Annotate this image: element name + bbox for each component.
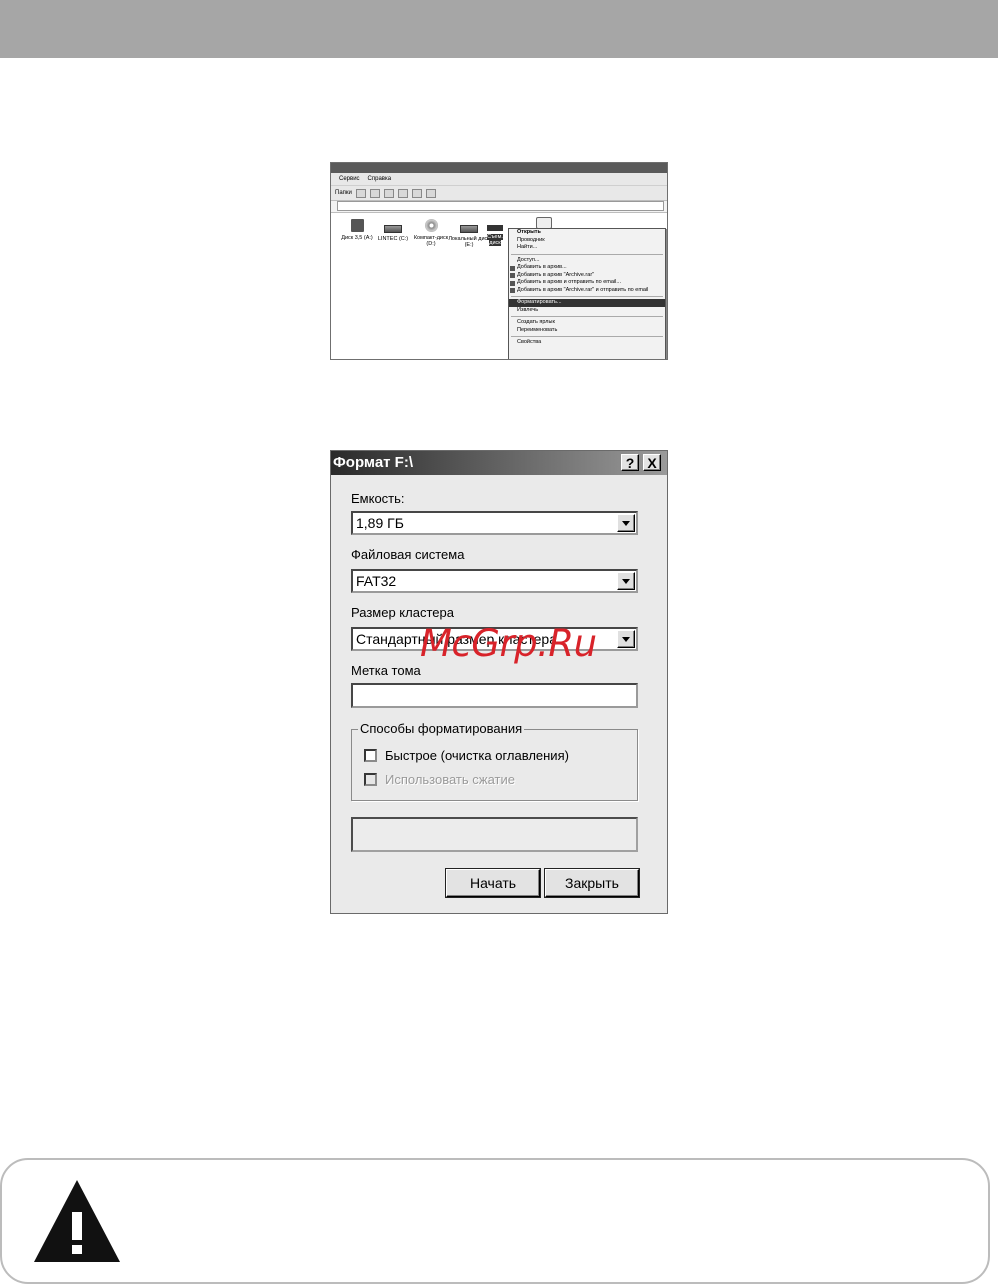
cluster-size-label: Размер кластера xyxy=(351,605,454,620)
quick-format-checkbox[interactable] xyxy=(364,749,377,762)
ctx-eject[interactable]: Извлечь xyxy=(509,307,665,315)
hard-drive-icon xyxy=(460,225,478,233)
format-options-group: Способы форматирования Быстрое (очистка … xyxy=(351,721,638,801)
ctx-explorer[interactable]: Проводник xyxy=(509,237,665,245)
top-header-band xyxy=(0,0,998,58)
menu-separator xyxy=(511,336,663,337)
format-dialog: Формат F:\ ? X Емкость: 1,89 ГБ Файловая… xyxy=(330,450,668,914)
explorer-titlebar xyxy=(331,163,667,173)
folders-button[interactable]: Папки xyxy=(335,186,352,200)
capacity-value: 1,89 ГБ xyxy=(356,515,404,531)
ctx-open[interactable]: Открыть xyxy=(509,229,665,237)
toolbar-icon[interactable] xyxy=(425,188,436,198)
menu-help[interactable]: Справка xyxy=(368,173,392,185)
explorer-menubar: Сервис Справка xyxy=(331,173,667,186)
ctx-properties[interactable]: Свойства xyxy=(509,339,665,347)
ctx-create-shortcut[interactable]: Создать ярлык xyxy=(509,319,665,327)
ctx-add-archive-email[interactable]: Добавить в архив и отправить по email... xyxy=(509,279,665,287)
archive-icon xyxy=(510,265,515,271)
close-icon[interactable]: X xyxy=(643,454,661,471)
toolbar-icon[interactable] xyxy=(411,188,422,198)
explorer-toolbar: Папки xyxy=(331,186,667,201)
ctx-access[interactable]: Доступ... xyxy=(509,257,665,265)
quick-format-label: Быстрое (очистка оглавления) xyxy=(385,748,569,763)
cd-drive-icon xyxy=(424,219,438,232)
cluster-size-value: Стандартный размер кластера xyxy=(356,631,558,647)
ctx-rename[interactable]: Переименовать xyxy=(509,327,665,335)
ctx-add-archive[interactable]: Добавить в архив... xyxy=(509,264,665,272)
ctx-add-archive-named-email[interactable]: Добавить в архив "Archive.rar" и отправи… xyxy=(509,287,665,295)
format-options-legend: Способы форматирования xyxy=(358,721,525,736)
toolbar-icon[interactable] xyxy=(397,188,408,198)
address-field[interactable] xyxy=(337,201,664,211)
removable-drive-icon xyxy=(487,225,503,231)
warning-icon xyxy=(34,1180,120,1262)
toolbar-icon[interactable] xyxy=(383,188,394,198)
compression-option: Использовать сжатие xyxy=(364,772,515,787)
help-button[interactable]: ? xyxy=(621,454,639,471)
archive-icon xyxy=(510,280,515,286)
archive-icon xyxy=(510,273,515,278)
volume-label-label: Метка тома xyxy=(351,663,421,678)
menu-tools[interactable]: Сервис xyxy=(339,173,360,185)
close-button[interactable]: Закрыть xyxy=(545,869,639,897)
chevron-down-icon[interactable] xyxy=(617,630,635,648)
volume-label-input[interactable] xyxy=(351,683,638,708)
ctx-add-archive-named[interactable]: Добавить в архив "Archive.rar" xyxy=(509,272,665,280)
compression-label: Использовать сжатие xyxy=(385,772,516,787)
filesystem-value: FAT32 xyxy=(356,573,397,589)
archive-icon xyxy=(510,288,515,293)
drive-label: Съем. диск xyxy=(487,234,503,246)
drive-list: Диск 3,5 (A:) LINTEC (C:) Компакт-диск (… xyxy=(331,217,667,359)
filesystem-select[interactable]: FAT32 xyxy=(351,569,638,593)
floppy-drive-icon xyxy=(350,219,364,232)
dialog-title: Формат F:\ xyxy=(333,454,414,471)
menu-separator xyxy=(511,253,663,255)
drive-f[interactable]: Съем. диск xyxy=(483,219,507,246)
compression-checkbox xyxy=(364,773,377,786)
ctx-format[interactable]: Форматировать... xyxy=(509,299,665,307)
warning-box xyxy=(0,1158,990,1284)
chevron-down-icon[interactable] xyxy=(617,514,635,532)
dialog-titlebar: Формат F:\ xyxy=(331,451,667,475)
drive-label: Компакт-диск (D:) xyxy=(413,235,449,247)
context-menu: Открыть Проводник Найти... Доступ... Доб… xyxy=(508,228,666,359)
capacity-select[interactable]: 1,89 ГБ xyxy=(351,511,638,535)
menu-separator xyxy=(511,316,663,317)
drive-label: LINTEC (C:) xyxy=(377,236,409,242)
hard-drive-icon xyxy=(384,225,402,233)
start-button[interactable]: Начать xyxy=(446,869,540,897)
ctx-find[interactable]: Найти... xyxy=(509,244,665,252)
filesystem-label: Файловая система xyxy=(351,547,465,562)
toolbar-icon[interactable] xyxy=(369,188,380,198)
format-progress-bar xyxy=(351,817,638,852)
chevron-down-icon[interactable] xyxy=(617,572,635,590)
menu-separator xyxy=(511,296,663,297)
toolbar-icon[interactable] xyxy=(355,188,366,198)
capacity-label: Емкость: xyxy=(351,491,405,506)
explorer-window-screenshot: Сервис Справка Папки Диск 3,5 (A:) LINTE… xyxy=(330,162,668,360)
drive-label: Диск 3,5 (A:) xyxy=(341,235,373,241)
cluster-size-select[interactable]: Стандартный размер кластера xyxy=(351,627,638,651)
quick-format-option[interactable]: Быстрое (очистка оглавления) xyxy=(364,748,569,763)
